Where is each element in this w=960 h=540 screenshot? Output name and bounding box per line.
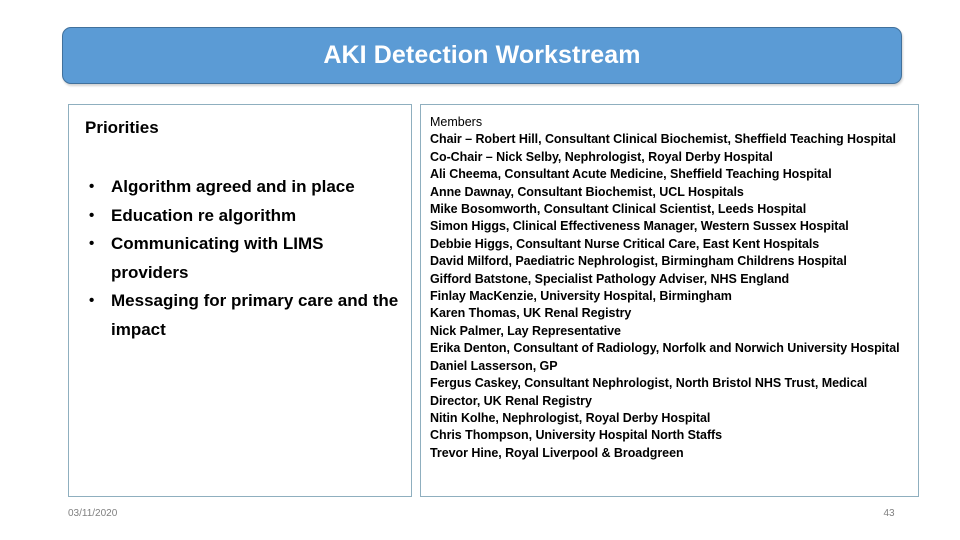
list-item: Simon Higgs, Clinical Effectiveness Mana… [430, 219, 849, 234]
list-item: Education re algorithm [85, 202, 401, 231]
priorities-list: Algorithm agreed and in place Education … [85, 173, 401, 344]
list-item: Anne Dawnay, Consultant Biochemist, UCL … [430, 184, 744, 199]
list-item: David Milford, Paediatric Nephrologist, … [430, 254, 847, 269]
list-item: Debbie Higgs, Consultant Nurse Critical … [430, 236, 820, 251]
page-title: AKI Detection Workstream [323, 41, 641, 69]
list-item: Daniel Lasserson, GP [430, 358, 558, 373]
list-item: Gifford Batstone, Specialist Pathology A… [430, 271, 790, 286]
list-item: Erika Denton, Consultant of Radiology, N… [430, 341, 900, 356]
priorities-heading: Priorities [85, 118, 159, 137]
members-panel: Members Chair – Robert Hill, Consultant … [420, 104, 919, 497]
footer-page-number: 43 [883, 508, 895, 519]
footer-date: 03/11/2020 [68, 508, 118, 519]
list-item: Chris Thompson, University Hospital Nort… [430, 428, 723, 443]
members-content: Members Chair – Robert Hill, Consultant … [421, 105, 918, 462]
list-item: Messaging for primary care and the impac… [85, 287, 401, 344]
list-item: Trevor Hine, Royal Liverpool & Broadgree… [430, 445, 684, 460]
list-item: Nitin Kolhe, Nephrologist, Royal Derby H… [430, 410, 711, 425]
list-item: Nick Palmer, Lay Representative [430, 323, 621, 338]
list-item: Chair – Robert Hill, Consultant Clinical… [430, 132, 896, 147]
priorities-panel: Priorities Algorithm agreed and in place… [68, 104, 412, 497]
list-item: Co-Chair – Nick Selby, Nephrologist, Roy… [430, 149, 773, 164]
list-item: Karen Thomas, UK Renal Registry [430, 306, 632, 321]
list-item: Communicating with LIMS providers [85, 230, 401, 287]
slide-canvas: AKI Detection Workstream Priorities Algo… [0, 0, 960, 540]
list-item: Mike Bosomworth, Consultant Clinical Sci… [430, 202, 807, 217]
list-item: Algorithm agreed and in place [85, 173, 401, 202]
list-item: Ali Cheema, Consultant Acute Medicine, S… [430, 167, 832, 182]
members-list: Chair – Robert Hill, Consultant Clinical… [430, 131, 914, 462]
list-item: Finlay MacKenzie, University Hospital, B… [430, 289, 732, 304]
members-heading: Members [430, 115, 483, 129]
slide-title-banner: AKI Detection Workstream [62, 27, 902, 84]
list-item: Fergus Caskey, Consultant Nephrologist, … [430, 376, 868, 408]
priorities-content: Priorities Algorithm agreed and in place… [69, 105, 411, 344]
